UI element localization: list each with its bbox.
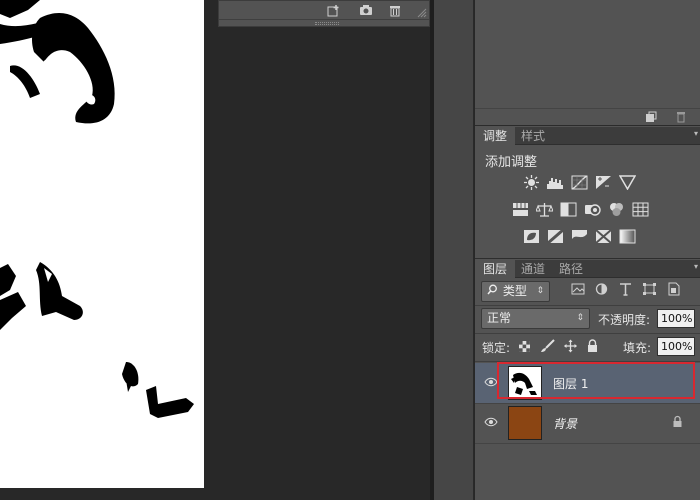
color-balance-icon[interactable] xyxy=(535,201,554,218)
adjustments-panel: 添加调整 xyxy=(475,145,700,259)
filter-kind-label: 类型 xyxy=(502,284,527,298)
add-adjustment-title: 添加调整 xyxy=(485,155,538,170)
adjustments-tabbar: 调整 样式 ▾ xyxy=(475,127,700,145)
gradient-map-icon[interactable] xyxy=(618,228,637,245)
blend-mode-value: 正常 xyxy=(487,311,512,325)
tab-layers[interactable]: 图层 xyxy=(475,260,516,278)
trash-icon[interactable] xyxy=(388,4,402,17)
search-icon xyxy=(487,282,499,301)
posterize-icon[interactable] xyxy=(546,228,565,245)
lock-transparent-pixels-icon[interactable] xyxy=(518,340,533,354)
lock-image-pixels-brush-icon[interactable] xyxy=(540,339,555,353)
vibrance-icon[interactable] xyxy=(618,174,637,191)
tab-channels[interactable]: 通道 xyxy=(513,260,553,278)
layers-panel: 类型 ⇕ 正常 ⇕ 不透明度: 100% 锁定: 填充: 100% 图层 1 背… xyxy=(475,278,700,500)
right-panel-dock: 调整 样式 ▾ 添加调整 图层 通道 路径 ▾ 类型 ⇕ 正常 ⇕ 不透明度: … xyxy=(475,0,700,500)
lock-position-move-icon[interactable] xyxy=(563,339,578,353)
adjustment-layer-filter-icon[interactable] xyxy=(594,282,609,296)
fill-label: 填充: xyxy=(623,341,652,355)
pixel-layer-filter-icon[interactable] xyxy=(571,282,586,296)
updown-arrow-icon: ⇕ xyxy=(536,286,544,296)
horse-artwork xyxy=(0,0,194,418)
updown-arrow-icon: ⇕ xyxy=(576,313,584,323)
new-item-icon[interactable] xyxy=(645,111,657,123)
selective-color-icon[interactable] xyxy=(594,228,613,245)
floating-panel-toolbar xyxy=(219,1,429,20)
fill-field[interactable]: 100% xyxy=(657,337,695,356)
shape-layer-filter-icon[interactable] xyxy=(642,282,657,296)
curves-icon[interactable] xyxy=(570,174,589,191)
camera-icon[interactable] xyxy=(359,4,373,17)
divider xyxy=(475,361,700,362)
divider xyxy=(475,333,700,334)
layer-row-background[interactable]: 背景 xyxy=(475,403,700,443)
new-snapshot-icon[interactable] xyxy=(327,4,341,17)
panel-menu-icon[interactable]: ▾ xyxy=(694,129,698,138)
padlock-icon xyxy=(672,415,683,431)
hue-saturation-icon[interactable] xyxy=(511,201,530,218)
type-layer-filter-icon[interactable] xyxy=(618,282,633,296)
black-white-icon[interactable] xyxy=(559,201,578,218)
delete-icon[interactable] xyxy=(675,111,687,123)
channel-mixer-icon[interactable] xyxy=(607,201,626,218)
adjustment-row-3 xyxy=(522,228,637,245)
color-lookup-icon[interactable] xyxy=(631,201,650,218)
lock-label: 锁定: xyxy=(482,341,511,355)
eye-visibility-icon[interactable] xyxy=(484,416,498,428)
layer-thumbnail-background xyxy=(508,406,542,440)
layers-tabbar: 图层 通道 路径 ▾ xyxy=(475,260,700,278)
divider xyxy=(475,305,700,306)
blend-mode-select[interactable]: 正常 ⇕ xyxy=(481,308,590,329)
upper-panel-body xyxy=(475,0,700,108)
threshold-icon[interactable] xyxy=(570,228,589,245)
resize-grip-icon[interactable] xyxy=(417,7,431,20)
lock-all-padlock-icon[interactable] xyxy=(586,339,601,353)
upper-panel-footer xyxy=(475,108,700,126)
layer-filter-select[interactable]: 类型 ⇕ xyxy=(481,281,550,302)
adjustment-row-1 xyxy=(522,174,637,191)
opacity-label: 不透明度: xyxy=(598,313,651,327)
smart-object-filter-icon[interactable] xyxy=(666,282,681,296)
document-canvas[interactable] xyxy=(0,0,204,488)
brightness-contrast-icon[interactable] xyxy=(522,174,541,191)
panel-drag-handle[interactable] xyxy=(315,22,339,25)
eye-visibility-icon[interactable] xyxy=(484,376,498,388)
divider xyxy=(475,443,700,444)
layers-panel-menu-icon[interactable]: ▾ xyxy=(694,262,698,271)
floating-panel xyxy=(218,0,430,27)
levels-icon[interactable] xyxy=(546,174,565,191)
exposure-icon[interactable] xyxy=(594,174,613,191)
invert-icon[interactable] xyxy=(522,228,541,245)
photo-filter-icon[interactable] xyxy=(583,201,602,218)
tab-paths[interactable]: 路径 xyxy=(551,260,591,278)
layer-row-layer-1[interactable]: 图层 1 xyxy=(475,363,700,403)
tab-styles[interactable]: 样式 xyxy=(513,127,553,145)
layer-thumbnail-horse xyxy=(508,366,542,400)
collapsed-panel-strip xyxy=(434,0,474,500)
tab-adjustments[interactable]: 调整 xyxy=(475,127,516,145)
layer-name[interactable]: 图层 1 xyxy=(553,375,588,392)
adjustment-row-2 xyxy=(511,201,650,218)
layer-name[interactable]: 背景 xyxy=(553,415,577,432)
opacity-field[interactable]: 100% xyxy=(657,309,695,328)
